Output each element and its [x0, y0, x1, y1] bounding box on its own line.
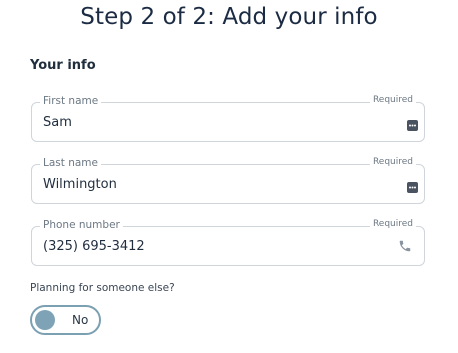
toggle-knob[interactable]: [35, 310, 55, 330]
last-name-input[interactable]: Wilmington: [43, 177, 117, 192]
last-name-label: Last name: [40, 157, 101, 169]
toggle-label: No: [72, 313, 89, 327]
first-name-input[interactable]: Sam: [43, 115, 72, 130]
section-title: Your info: [30, 58, 96, 73]
planning-question: Planning for someone else?: [30, 282, 175, 294]
autofill-dots-icon[interactable]: [407, 178, 418, 193]
first-name-field[interactable]: First name Required Sam: [31, 95, 425, 142]
first-name-required: Required: [369, 95, 416, 105]
phone-number-label: Phone number: [40, 219, 123, 231]
autofill-dots-icon[interactable]: [407, 116, 418, 131]
first-name-label: First name: [40, 95, 102, 107]
planning-toggle[interactable]: No: [30, 305, 101, 335]
phone-number-field[interactable]: Phone number Required (325) 695-3412: [31, 219, 425, 266]
phone-number-input[interactable]: (325) 695-3412: [43, 239, 145, 254]
last-name-required: Required: [369, 157, 416, 167]
phone-icon: [398, 238, 412, 252]
last-name-field[interactable]: Last name Required Wilmington: [31, 157, 425, 204]
page-title: Step 2 of 2: Add your info: [80, 4, 378, 30]
phone-number-required: Required: [369, 219, 416, 229]
